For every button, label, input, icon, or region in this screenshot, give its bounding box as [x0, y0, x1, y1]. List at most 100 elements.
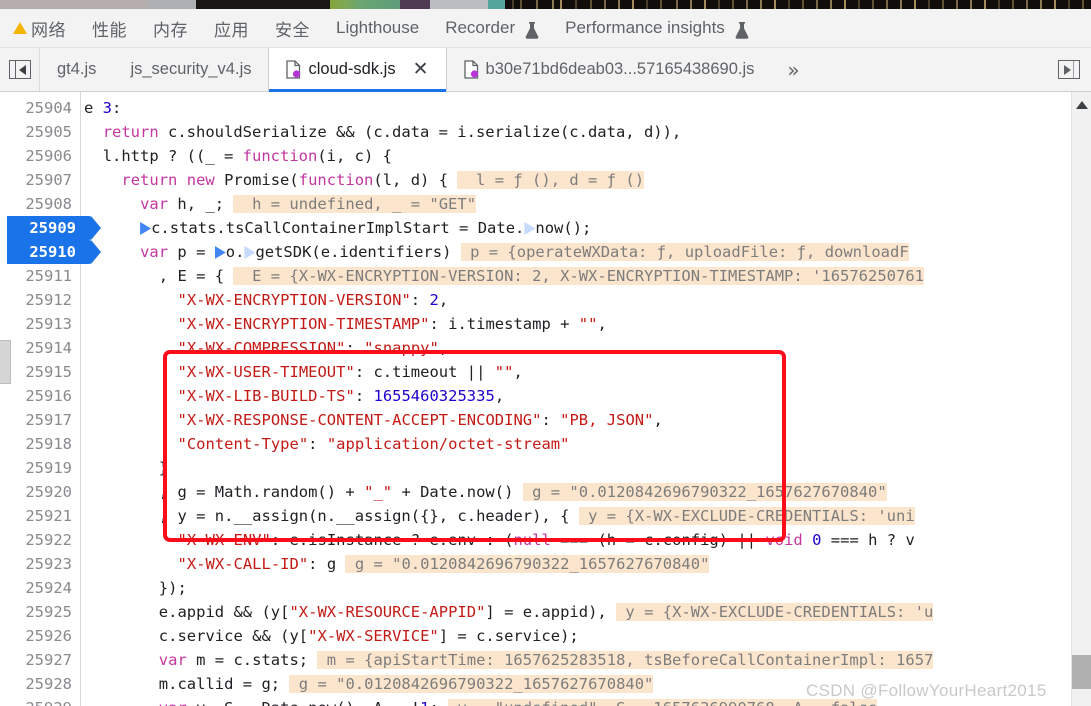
strip-speck	[858, 0, 860, 9]
line-number[interactable]: 25908	[0, 192, 72, 216]
expand-arrow-icon[interactable]	[140, 222, 152, 235]
code-line[interactable]: return new Promise(function(l, d) { l = …	[82, 168, 645, 192]
strip-speck	[590, 0, 592, 9]
line-number[interactable]: 25919	[0, 456, 72, 480]
code-line[interactable]: var m = c.stats; m = {apiStartTime: 1657…	[82, 648, 934, 672]
code-line[interactable]: e 3:	[82, 96, 121, 120]
code-token: 2	[429, 291, 439, 309]
panel-tab-5[interactable]: Lighthouse	[323, 9, 432, 47]
panel-tab-6[interactable]: Recorder	[432, 9, 552, 47]
code-line[interactable]: e.appid && (y["X-WX-RESOURCE-APPID"] = e…	[82, 600, 934, 624]
code-token: m = c.stats;	[186, 651, 318, 669]
file-tab-0[interactable]: gt4.js	[40, 48, 113, 91]
line-number[interactable]: 25905	[0, 120, 72, 144]
code-token: "X-WX-ENCRYPTION-TIMESTAMP"	[177, 315, 430, 333]
code-line[interactable]: m.callid = g; g = "0.0120842696790322_16…	[82, 672, 654, 696]
code-token: function	[242, 147, 318, 165]
more-tabs-button[interactable]: »	[771, 48, 815, 91]
line-number[interactable]: 25912	[0, 288, 72, 312]
file-tab-label: js_security_v4.js	[130, 60, 252, 78]
line-number[interactable]: 25926	[0, 624, 72, 648]
panel-right-icon	[1058, 60, 1080, 79]
code-line[interactable]: "X-WX-RESPONSE-CONTENT-ACCEPT-ENCODING":…	[82, 408, 663, 432]
line-number[interactable]: 25916	[0, 384, 72, 408]
line-number[interactable]: 25928	[0, 672, 72, 696]
code-line[interactable]: , E = { E = {X-WX-ENCRYPTION-VERSION: 2,…	[82, 264, 925, 288]
code-editor[interactable]: 25904 25905 25906 25907 25908 25909 25910 25911…	[0, 92, 1091, 706]
panel-tab-label: Performance insights	[565, 18, 725, 37]
code-line[interactable]: "X-WX-ENCRYPTION-TIMESTAMP": i.timestamp…	[82, 312, 607, 336]
strip-speck	[604, 0, 606, 9]
panel-tab-1[interactable]: 性能	[79, 9, 140, 47]
code-line[interactable]: "Content-Type": "application/octet-strea…	[82, 432, 570, 456]
strip-speck	[676, 0, 678, 9]
vertical-scrollbar[interactable]	[1072, 92, 1091, 706]
code-line[interactable]: });	[82, 576, 187, 600]
strip-speck	[575, 0, 577, 9]
panel-tab-2[interactable]: 内存	[140, 9, 201, 47]
code-line[interactable]: "X-WX-LIB-BUILD-TS": 1655460325335,	[82, 384, 505, 408]
line-number[interactable]: 25920	[0, 480, 72, 504]
line-number[interactable]: 25918	[0, 432, 72, 456]
code-line[interactable]: var p = o. getSDK(e.identifiers) p = {ope…	[82, 240, 909, 264]
code-line[interactable]: var h, _; h = undefined, _ = "GET"	[82, 192, 477, 216]
code-token: new	[186, 171, 215, 189]
line-number[interactable]: 25927	[0, 648, 72, 672]
code-line[interactable]: return c.shouldSerialize && (c.data = i.…	[82, 120, 682, 144]
file-tab-3[interactable]: b30e71bd6deab03...57165438690.js	[447, 48, 772, 91]
line-number[interactable]: 25922	[0, 528, 72, 552]
line-number[interactable]: 25921	[0, 504, 72, 528]
code-line[interactable]: c.service && (y["X-WX-SERVICE"] = c.serv…	[82, 624, 579, 648]
code-token: "X-WX-COMPRESSION"	[177, 339, 346, 357]
code-line[interactable]: l.http ? ((_ = function(i, c) {	[82, 144, 392, 168]
line-number[interactable]: 25923	[0, 552, 72, 576]
code-line[interactable]: "X-WX-ENCRYPTION-VERSION": 2,	[82, 288, 449, 312]
line-number[interactable]: 25907	[0, 168, 72, 192]
panel-tab-3[interactable]: 应用	[201, 9, 262, 47]
panel-tab-4[interactable]: 安全	[262, 9, 323, 47]
code-token: ""	[494, 363, 514, 381]
strip-speck	[732, 0, 734, 9]
code-content[interactable]: e 3: return c.shouldSerialize && (c.data …	[82, 92, 1091, 706]
code-line[interactable]: "X-WX-USER-TIMEOUT": c.timeout || "",	[82, 360, 523, 384]
inline-value-hint: g = "0.0120842696790322_1657627670840"	[345, 555, 710, 573]
toggle-navigator-button[interactable]	[0, 48, 40, 91]
line-number[interactable]: 25910	[7, 240, 101, 264]
code-line[interactable]: , g = Math.random() + "_" + Date.now() g…	[82, 480, 887, 504]
code-token: :	[308, 435, 327, 453]
line-number[interactable]: 25929	[0, 696, 72, 706]
file-tab-2[interactable]: cloud-sdk.js ✕	[268, 48, 447, 92]
expand-arrow-icon[interactable]	[524, 222, 536, 235]
code-token: : c.timeout ||	[354, 363, 495, 381]
line-number[interactable]: 25911	[0, 264, 72, 288]
code-token: (l, d) {	[373, 171, 458, 189]
line-number[interactable]: 25917	[0, 408, 72, 432]
close-icon[interactable]: ✕	[413, 60, 429, 79]
code-line[interactable]: "X-WX-ENV": e.isInstance ? e.env : (null…	[82, 528, 915, 552]
code-line[interactable]: "X-WX-CALL-ID": g g = "0.012084269679032…	[82, 552, 710, 576]
code-line[interactable]: var v, S = Date.now(), A = !1; v = "unde…	[82, 696, 878, 706]
line-number[interactable]: 25924	[0, 576, 72, 600]
code-line[interactable]: }	[82, 456, 168, 480]
code-line[interactable]: "X-WX-COMPRESSION": "snappy",	[82, 336, 449, 360]
inline-value-hint: l = ƒ (), d = ƒ ()	[457, 171, 645, 189]
line-number[interactable]: 25909	[7, 216, 101, 240]
scroll-up-arrow-icon[interactable]	[1076, 101, 1088, 109]
expand-arrow-icon[interactable]	[214, 246, 226, 259]
chevron-left-icon	[18, 64, 26, 75]
code-token: "Content-Type"	[177, 435, 309, 453]
line-number[interactable]: 25904	[0, 96, 72, 120]
line-number[interactable]: 25925	[0, 600, 72, 624]
line-number[interactable]: 25913	[0, 312, 72, 336]
expand-arrow-icon[interactable]	[244, 246, 256, 259]
panel-tab-0[interactable]: 网络	[0, 9, 79, 47]
code-line[interactable]: c.stats.tsCallContainerImplStart = Date.…	[82, 216, 591, 240]
panel-left-icon	[8, 60, 31, 79]
file-tab-1[interactable]: js_security_v4.js	[113, 48, 268, 91]
line-number[interactable]: 25906	[0, 144, 72, 168]
toggle-right-panel-button[interactable]	[1047, 48, 1091, 91]
code-token: "PB, JSON"	[560, 411, 654, 429]
panel-tab-7[interactable]: Performance insights	[552, 9, 762, 47]
scrollbar-thumb[interactable]	[1072, 655, 1091, 689]
code-line[interactable]: , y = n.__assign(n.__assign({}, c.header…	[82, 504, 915, 528]
